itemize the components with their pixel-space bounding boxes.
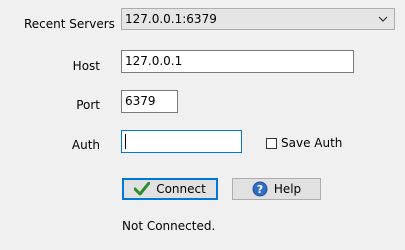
help-button[interactable]: ? Help bbox=[232, 178, 321, 200]
host-field[interactable]: 127.0.0.1 bbox=[121, 50, 354, 73]
svg-text:?: ? bbox=[257, 183, 263, 196]
auth-field[interactable] bbox=[121, 130, 242, 153]
help-icon: ? bbox=[252, 181, 268, 197]
port-label: Port bbox=[76, 98, 100, 112]
host-label: Host bbox=[72, 59, 100, 73]
connection-status: Not Connected. bbox=[122, 219, 216, 233]
connect-button[interactable]: Connect bbox=[122, 178, 218, 200]
chevron-down-icon bbox=[378, 16, 388, 22]
save-auth-checkbox[interactable]: Save Auth bbox=[266, 136, 342, 150]
save-auth-label: Save Auth bbox=[281, 136, 343, 150]
text-caret bbox=[125, 134, 126, 149]
port-field[interactable]: 6379 bbox=[121, 90, 178, 113]
recent-servers-label: Recent Servers bbox=[24, 17, 115, 31]
port-value: 6379 bbox=[125, 94, 156, 108]
host-value: 127.0.0.1 bbox=[125, 54, 183, 68]
auth-label: Auth bbox=[71, 138, 100, 152]
save-auth-checkbox-box[interactable] bbox=[266, 137, 277, 149]
connect-button-label: Connect bbox=[156, 182, 206, 196]
recent-servers-value: 127.0.0.1:6379 bbox=[125, 12, 217, 26]
recent-servers-dropdown[interactable]: 127.0.0.1:6379 bbox=[121, 8, 395, 30]
checkmark-icon bbox=[134, 182, 151, 196]
help-button-label: Help bbox=[273, 182, 302, 196]
